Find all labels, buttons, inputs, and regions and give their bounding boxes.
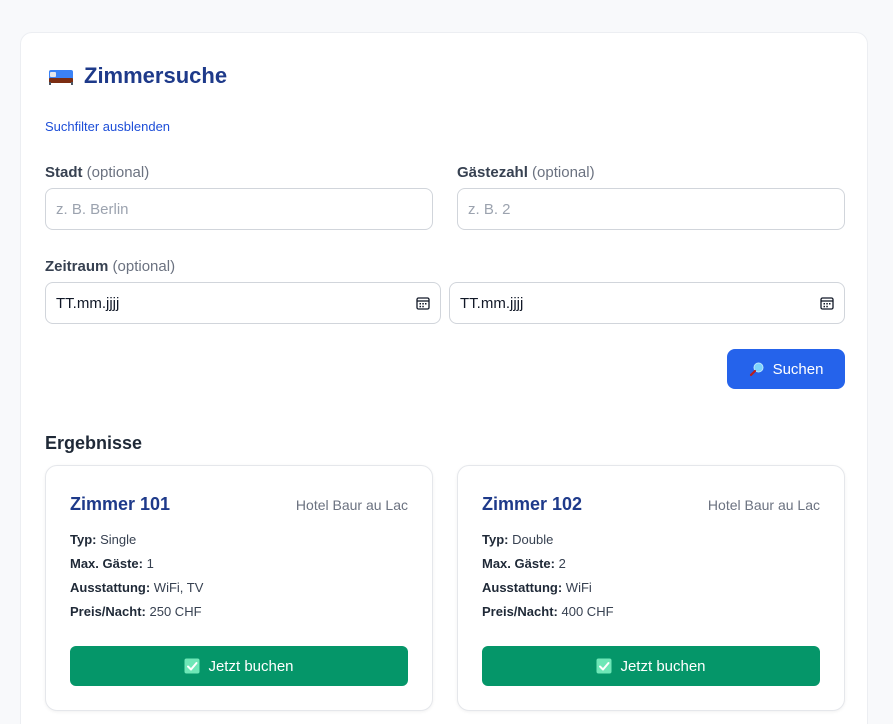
room-card: Zimmer 101 Hotel Baur au Lac Typ: Single… xyxy=(45,465,433,711)
room-amenities-value: WiFi xyxy=(565,580,592,595)
period-label-text: Zeitraum xyxy=(45,258,109,275)
room-max-guests: Max. Gäste: 2 xyxy=(482,556,566,571)
calendar-icon[interactable] xyxy=(416,296,430,310)
room-type-value: Double xyxy=(512,532,554,547)
room-amenities-label: Ausstattung: xyxy=(482,580,563,595)
room-price-value: 400 CHF xyxy=(561,604,614,619)
room-price-value: 250 CHF xyxy=(149,604,202,619)
date-to-value: TT.mm.jjjj xyxy=(460,294,524,312)
date-from-value: TT.mm.jjjj xyxy=(56,294,120,312)
search-button-label: Suchen xyxy=(772,360,824,378)
book-button[interactable]: Jetzt buchen xyxy=(482,646,820,686)
period-optional-text: (optional) xyxy=(112,258,176,275)
calendar-icon[interactable] xyxy=(820,296,834,310)
room-max-guests-label: Max. Gäste: xyxy=(70,556,143,571)
room-price-label: Preis/Nacht: xyxy=(482,604,558,619)
room-type-value: Single xyxy=(100,532,137,547)
room-price-label: Preis/Nacht: xyxy=(70,604,146,619)
book-button-label: Jetzt buchen xyxy=(208,657,294,675)
city-placeholder: z. B. Berlin xyxy=(56,200,129,218)
room-search-panel: Zimmersuche Suchfilter ausblenden Stadt … xyxy=(20,32,868,724)
period-label: Zeitraum (optional) xyxy=(45,258,175,275)
title-row: Zimmersuche xyxy=(48,63,227,89)
room-price: Preis/Nacht: 400 CHF xyxy=(482,604,614,619)
search-button[interactable]: Suchen xyxy=(727,349,845,389)
room-amenities-label: Ausstattung: xyxy=(70,580,151,595)
room-type: Typ: Double xyxy=(482,532,553,547)
check-icon xyxy=(184,658,200,674)
hotel-name: Hotel Baur au Lac xyxy=(295,497,408,513)
guests-placeholder: z. B. 2 xyxy=(468,200,511,218)
room-card: Zimmer 102 Hotel Baur au Lac Typ: Double… xyxy=(457,465,845,711)
city-input[interactable]: z. B. Berlin xyxy=(45,188,433,230)
bed-icon xyxy=(49,70,73,85)
book-button[interactable]: Jetzt buchen xyxy=(70,646,408,686)
room-max-guests-label: Max. Gäste: xyxy=(482,556,555,571)
magnifier-icon xyxy=(749,362,764,377)
room-max-guests-value: 2 xyxy=(558,556,566,571)
guests-label: Gästezahl (optional) xyxy=(457,164,595,181)
room-amenities-value: WiFi, TV xyxy=(153,580,204,595)
guests-input[interactable]: z. B. 2 xyxy=(457,188,845,230)
results-heading: Ergebnisse xyxy=(45,433,143,453)
room-type-label: Typ: xyxy=(482,532,509,547)
room-type-label: Typ: xyxy=(70,532,97,547)
toggle-filters-link[interactable]: Suchfilter ausblenden xyxy=(45,119,170,134)
city-optional-text: (optional) xyxy=(86,164,150,181)
room-max-guests-value: 1 xyxy=(146,556,154,571)
guests-label-text: Gästezahl xyxy=(457,164,528,181)
room-amenities: Ausstattung: WiFi, TV xyxy=(70,580,203,595)
room-name: Zimmer 101 xyxy=(70,494,171,514)
room-price: Preis/Nacht: 250 CHF xyxy=(70,604,202,619)
room-amenities: Ausstattung: WiFi xyxy=(482,580,592,595)
room-max-guests: Max. Gäste: 1 xyxy=(70,556,154,571)
city-label: Stadt (optional) xyxy=(45,164,149,181)
book-button-label: Jetzt buchen xyxy=(620,657,706,675)
city-label-text: Stadt xyxy=(45,164,83,181)
page-title: Zimmersuche xyxy=(84,63,228,88)
hotel-name: Hotel Baur au Lac xyxy=(707,497,820,513)
guests-optional-text: (optional) xyxy=(532,164,595,181)
date-to-input[interactable]: TT.mm.jjjj xyxy=(449,282,845,324)
date-from-input[interactable]: TT.mm.jjjj xyxy=(45,282,441,324)
room-type: Typ: Single xyxy=(70,532,136,547)
check-icon xyxy=(596,658,612,674)
room-name: Zimmer 102 xyxy=(482,494,583,514)
